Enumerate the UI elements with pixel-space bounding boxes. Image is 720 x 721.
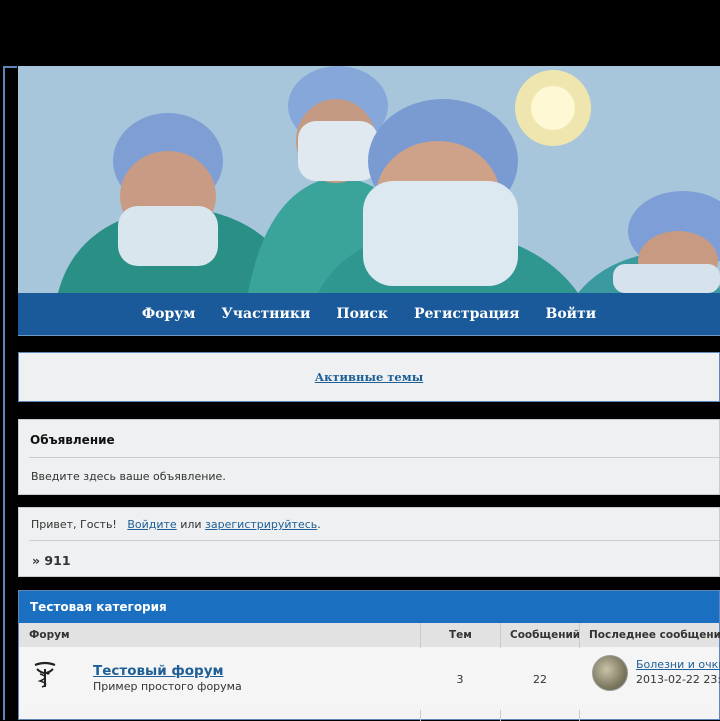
last-post-date: 2013-02-22 23: bbox=[636, 673, 720, 686]
forum-title-link[interactable]: Тестовый форум bbox=[93, 663, 224, 679]
welcome-line: Привет, Гость! Войдите или зарегистрируй… bbox=[31, 518, 321, 531]
login-link[interactable]: Войдите bbox=[127, 518, 176, 531]
border-top-line bbox=[3, 66, 17, 68]
announcement-title: Объявление bbox=[30, 433, 115, 447]
posts-count: 22 bbox=[533, 673, 547, 686]
active-topics-panel: Активные темы bbox=[18, 352, 720, 402]
col-last-post: Последнее сообщение bbox=[589, 629, 720, 641]
welcome-panel: Привет, Гость! Войдите или зарегистрируй… bbox=[18, 507, 720, 577]
left-border-strip bbox=[0, 66, 17, 720]
border-line bbox=[3, 66, 5, 720]
divider bbox=[29, 540, 719, 541]
category-block: Тестовая категория Форум Тем Сообщений П… bbox=[18, 590, 720, 721]
announcement-panel: Объявление Введите здесь ваше объявление… bbox=[18, 419, 720, 495]
last-post-link[interactable]: Болезни и очки bbox=[636, 658, 720, 671]
medical-caduceus-icon bbox=[34, 661, 56, 688]
main-nav: Форум Участники Поиск Регистрация Войти bbox=[18, 293, 720, 336]
header-banner bbox=[18, 66, 720, 293]
column-headers: Форум Тем Сообщений Последнее сообщение bbox=[19, 623, 720, 647]
divider bbox=[29, 457, 719, 458]
period-text: . bbox=[317, 518, 321, 531]
col-topics: Тем bbox=[449, 629, 472, 641]
active-topics-link[interactable]: Активные темы bbox=[315, 370, 424, 384]
greeting-text: Привет, Гость! bbox=[31, 518, 117, 531]
or-text: или bbox=[180, 518, 202, 531]
announcement-text: Введите здесь ваше объявление. bbox=[31, 470, 226, 483]
forum-page: Форум Участники Поиск Регистрация Войти … bbox=[17, 66, 720, 721]
nav-members[interactable]: Участники bbox=[221, 306, 310, 322]
col-posts: Сообщений bbox=[510, 629, 581, 641]
category-title: Тестовая категория bbox=[19, 591, 719, 623]
nav-register[interactable]: Регистрация bbox=[414, 306, 520, 322]
banner-photo-surgeons bbox=[18, 66, 720, 293]
register-link[interactable]: зарегистрируйтесь bbox=[205, 518, 317, 531]
col-forum: Форум bbox=[29, 629, 70, 641]
forum-description: Пример простого форума bbox=[93, 680, 242, 693]
topics-count: 3 bbox=[456, 673, 464, 686]
nav-search[interactable]: Поиск bbox=[336, 306, 388, 322]
breadcrumb: » 911 bbox=[32, 553, 71, 568]
avatar bbox=[592, 655, 628, 691]
nav-forum[interactable]: Форум bbox=[142, 306, 196, 322]
nav-login[interactable]: Войти bbox=[546, 306, 597, 322]
forum-row[interactable]: Тестовый форум Пример простого форума 3 … bbox=[19, 648, 720, 710]
